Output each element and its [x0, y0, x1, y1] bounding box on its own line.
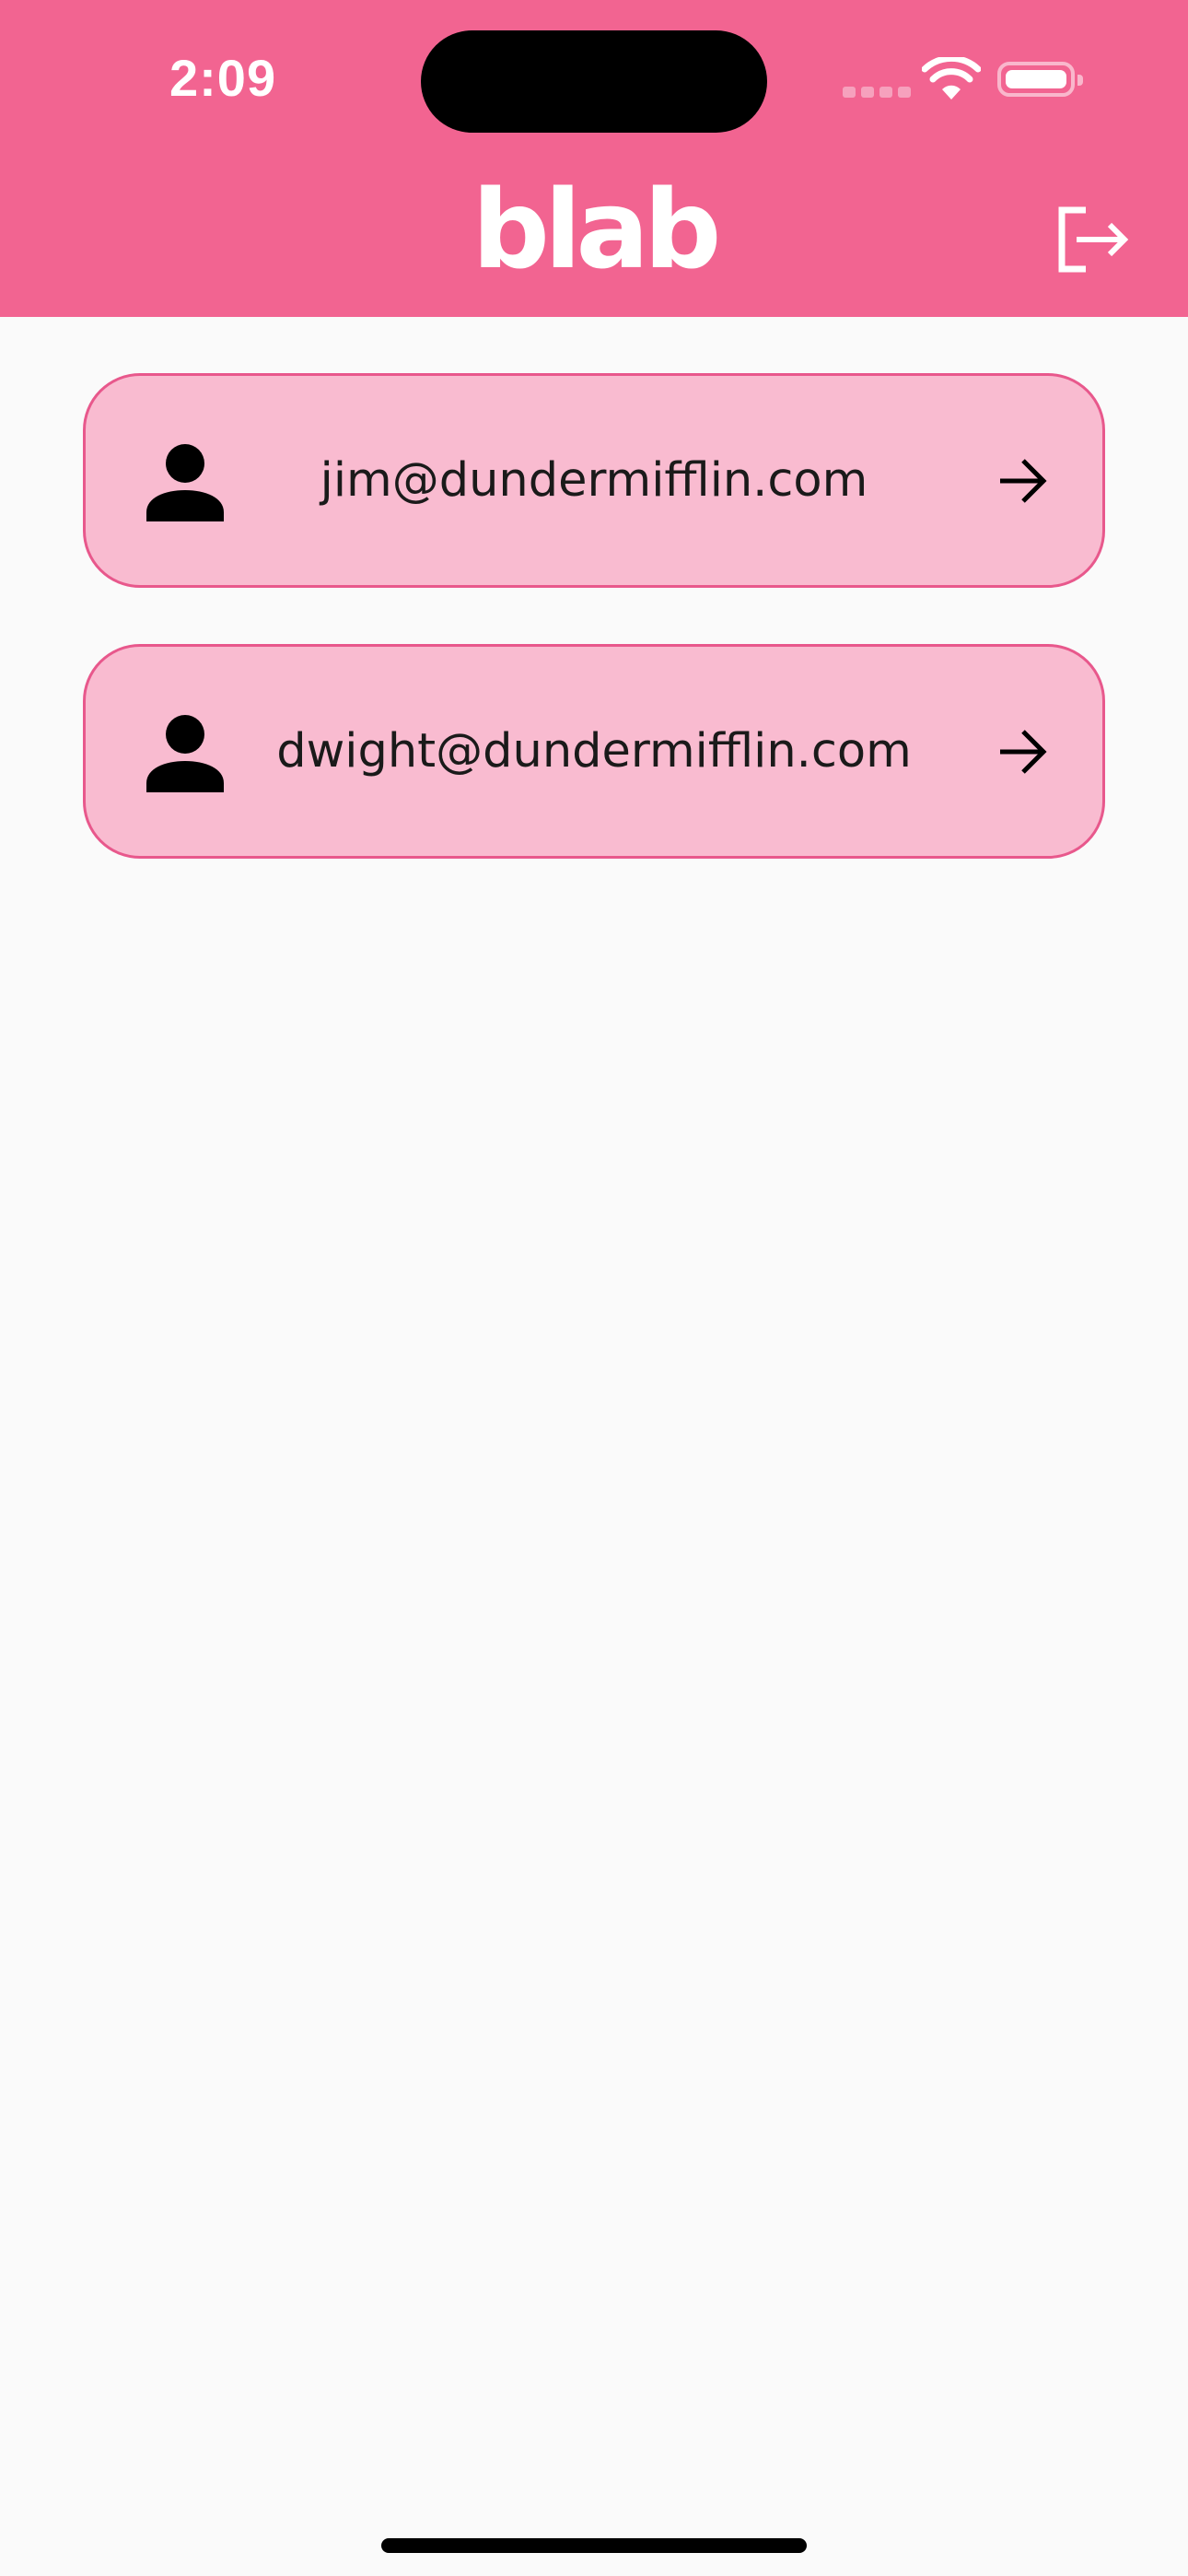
status-time: 2:09	[169, 49, 277, 107]
wifi-icon	[922, 57, 981, 100]
home-indicator[interactable]	[381, 2538, 807, 2553]
arrow-right-icon[interactable]	[997, 456, 1047, 506]
logout-icon[interactable]	[1054, 205, 1132, 275]
user-list: jim@dundermifflin.com dwight@dundermiffl…	[83, 373, 1105, 915]
dynamic-island	[421, 30, 767, 133]
user-card[interactable]: dwight@dundermifflin.com	[83, 644, 1105, 859]
person-icon	[146, 444, 224, 521]
person-icon	[146, 715, 224, 792]
app-title: blab	[472, 166, 721, 293]
user-email: dwight@dundermifflin.com	[276, 724, 912, 779]
signal-icon	[843, 87, 911, 98]
user-card[interactable]: jim@dundermifflin.com	[83, 373, 1105, 588]
app-bar: 2:09 blab	[0, 0, 1188, 317]
user-email: jim@dundermifflin.com	[320, 453, 868, 508]
arrow-right-icon[interactable]	[997, 727, 1047, 777]
battery-icon	[997, 62, 1083, 97]
